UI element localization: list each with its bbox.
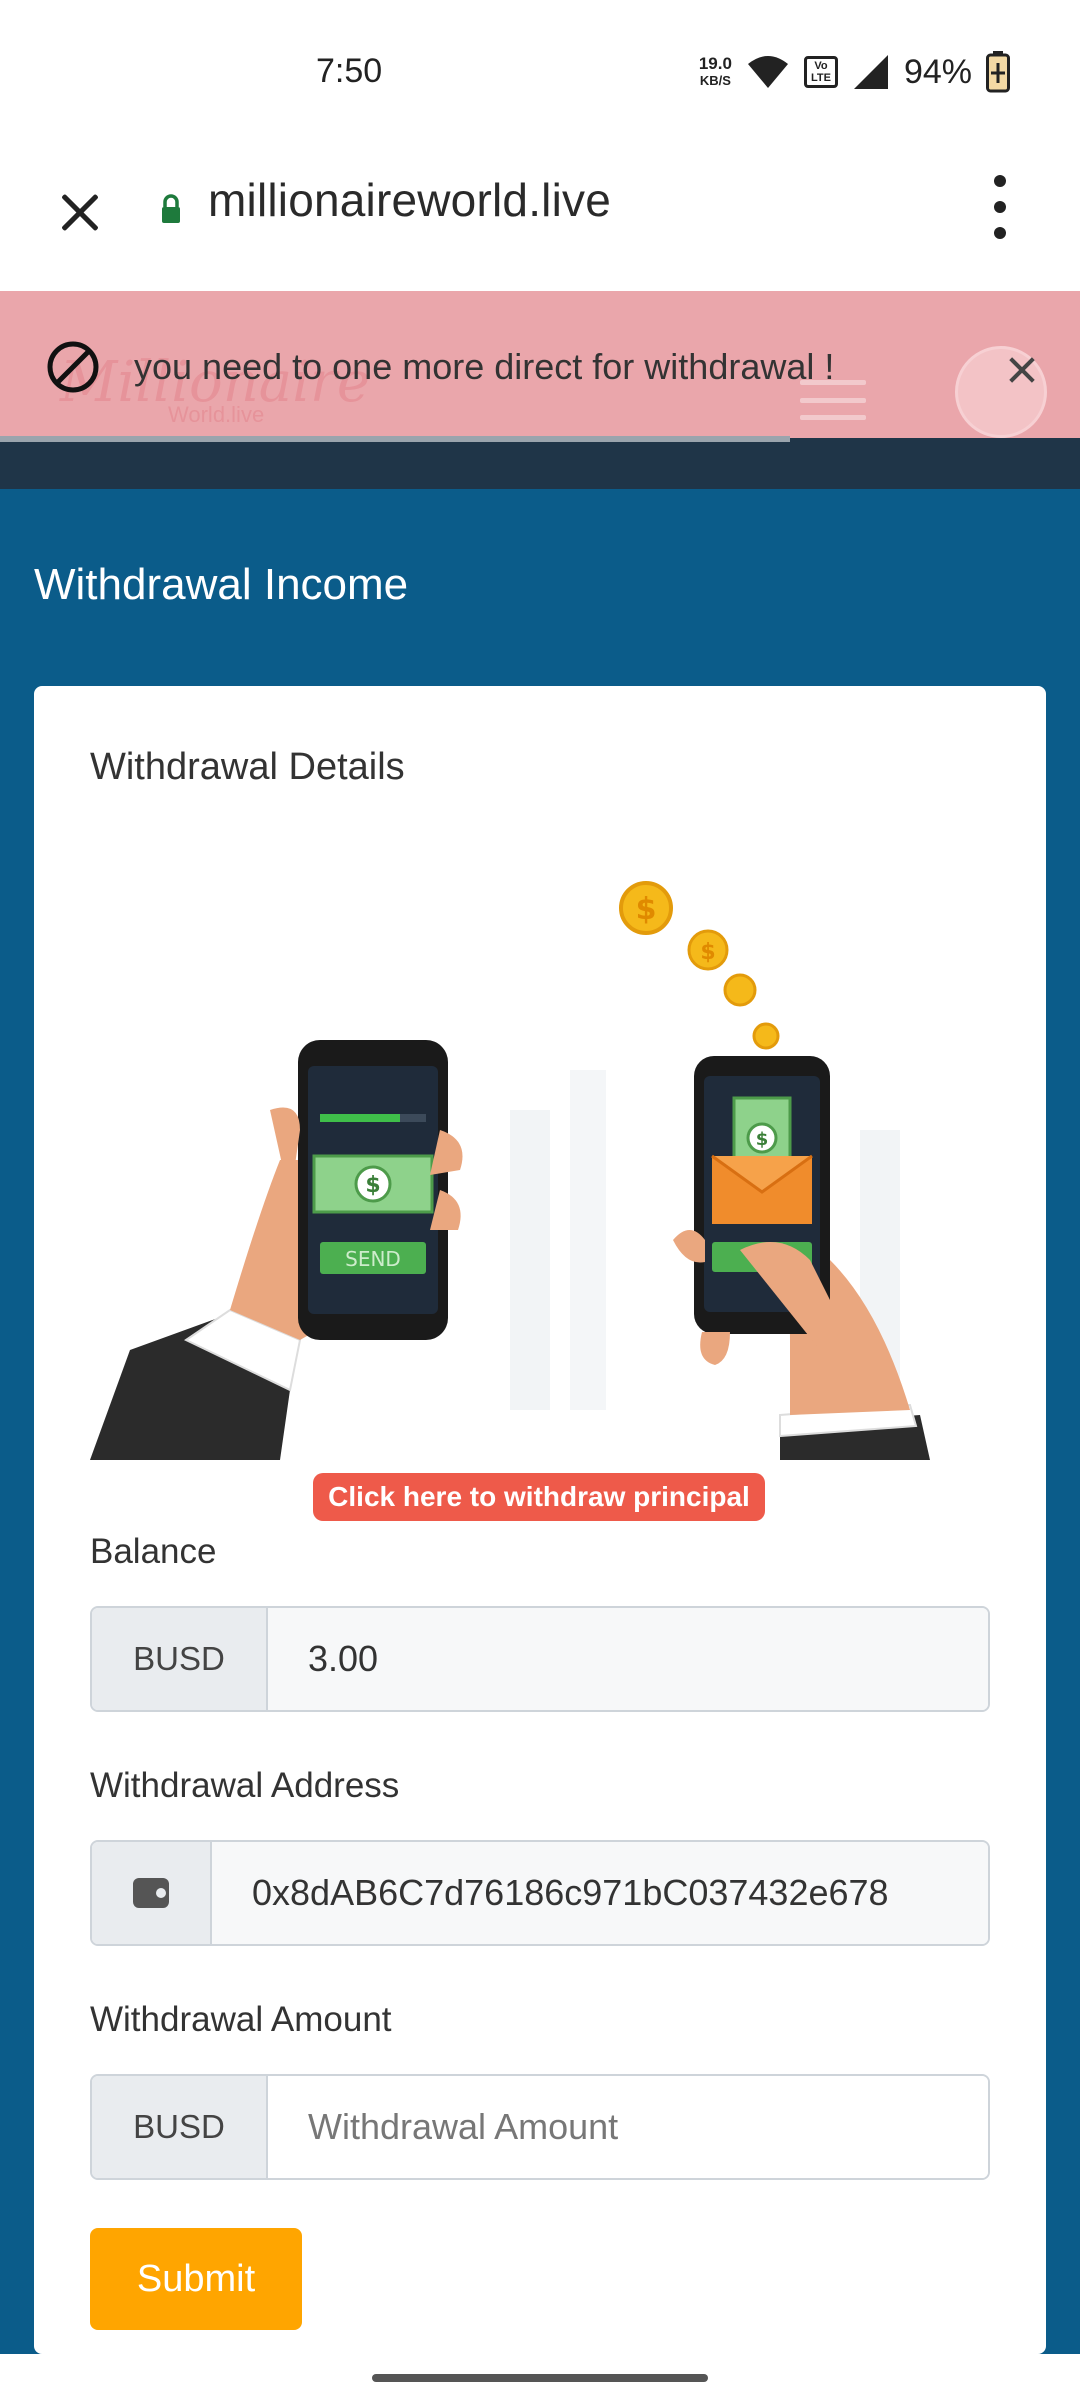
amount-input[interactable]: Withdrawal Amount	[268, 2076, 988, 2178]
amount-currency: BUSD	[92, 2076, 268, 2178]
withdraw-principal-link[interactable]: Click here to withdraw principal	[313, 1473, 765, 1521]
balance-group: BUSD 3.00	[90, 1606, 990, 1712]
alert-message: you need to one more direct for withdraw…	[134, 346, 835, 387]
amount-group: BUSD Withdrawal Amount	[90, 2074, 990, 2180]
page-title: Withdrawal Income	[34, 560, 409, 609]
amount-label: Withdrawal Amount	[90, 2000, 392, 2039]
address-addon	[92, 1842, 212, 1944]
card-title: Withdrawal Details	[90, 746, 405, 788]
close-tab-icon[interactable]	[52, 185, 108, 241]
balance-label: Balance	[90, 1532, 217, 1571]
status-bar: 7:50 19.0 KB/S Vo LTE 94%	[0, 0, 1080, 145]
money-transfer-illustration: $ $ $ SEND $	[90, 881, 930, 1460]
svg-text:$: $	[756, 1129, 769, 1150]
coin-icon	[723, 973, 757, 1007]
svg-text:$: $	[636, 892, 657, 927]
volte-icon: Vo LTE	[803, 56, 838, 88]
battery-charging-icon	[986, 51, 1010, 93]
alert-close-icon[interactable]	[1006, 354, 1038, 386]
browser-toolbar: millionaireworld.live	[0, 145, 1080, 291]
page-loading-bar	[0, 436, 790, 442]
battery-percent: 94%	[903, 52, 972, 91]
network-speed: 19.0 KB/S	[699, 55, 732, 89]
address-field[interactable]: 0x8dAB6C7d76186c971bC037432e678	[212, 1842, 988, 1944]
more-options-icon[interactable]	[990, 175, 1010, 239]
address-group: 0x8dAB6C7d76186c971bC037432e678	[90, 1840, 990, 1946]
send-label: SEND	[345, 1247, 401, 1271]
status-time: 7:50	[316, 52, 383, 90]
signal-icon	[853, 55, 888, 89]
home-indicator[interactable]	[372, 2374, 708, 2382]
svg-text:$: $	[365, 1173, 380, 1198]
site-logo-subtitle: World.live	[168, 402, 265, 427]
svg-text:$: $	[700, 940, 715, 965]
address-label: Withdrawal Address	[90, 1766, 400, 1805]
volte-bottom-label: LTE	[810, 72, 831, 84]
volte-top-label: Vo	[814, 60, 828, 72]
wallet-icon	[133, 1878, 169, 1908]
coin-icon	[752, 1022, 780, 1050]
blocked-icon	[47, 341, 99, 393]
screen: 7:50 19.0 KB/S Vo LTE 94% millionairewor…	[0, 0, 1080, 2400]
submit-button[interactable]: Submit	[90, 2228, 302, 2330]
balance-currency: BUSD	[92, 1608, 268, 1710]
network-speed-unit: KB/S	[699, 73, 731, 88]
status-icons: 19.0 KB/S Vo LTE 94%	[699, 50, 1010, 94]
balance-field: 3.00	[268, 1608, 988, 1710]
lock-icon	[162, 194, 180, 223]
wifi-icon	[747, 56, 788, 88]
url-text[interactable]: millionaireworld.live	[208, 173, 611, 227]
network-speed-value: 19.0	[698, 54, 732, 73]
